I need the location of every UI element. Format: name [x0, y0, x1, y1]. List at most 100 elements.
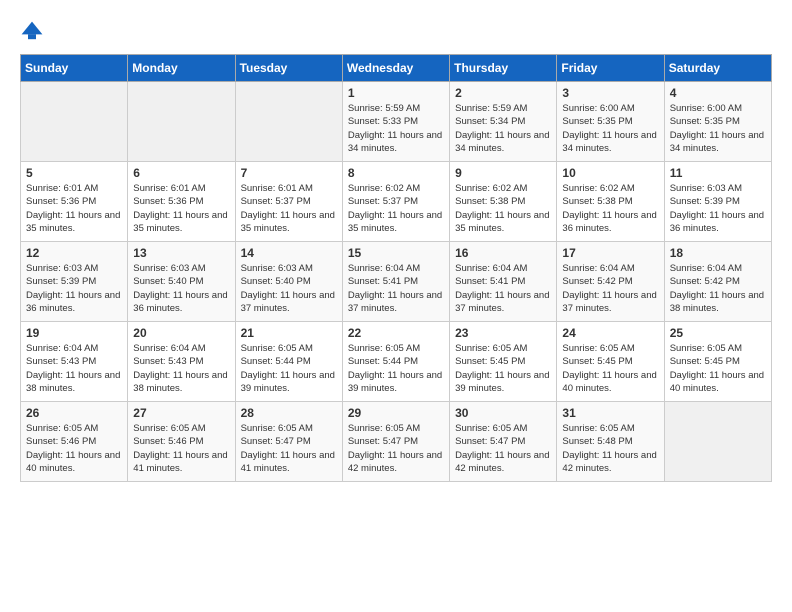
- day-info: Sunrise: 6:05 AMSunset: 5:46 PMDaylight:…: [26, 422, 122, 475]
- calendar-cell: 16 Sunrise: 6:04 AMSunset: 5:41 PMDayligh…: [450, 242, 557, 322]
- day-info: Sunrise: 6:03 AMSunset: 5:40 PMDaylight:…: [133, 262, 229, 315]
- calendar-cell: 28 Sunrise: 6:05 AMSunset: 5:47 PMDayligh…: [235, 402, 342, 482]
- day-info: Sunrise: 6:02 AMSunset: 5:37 PMDaylight:…: [348, 182, 444, 235]
- day-number: 13: [133, 246, 229, 260]
- weekday-header: Friday: [557, 55, 664, 82]
- logo: [20, 20, 48, 44]
- day-number: 3: [562, 86, 658, 100]
- calendar-cell: 15 Sunrise: 6:04 AMSunset: 5:41 PMDayligh…: [342, 242, 449, 322]
- day-number: 7: [241, 166, 337, 180]
- calendar-week-row: 5 Sunrise: 6:01 AMSunset: 5:36 PMDaylight…: [21, 162, 772, 242]
- day-number: 15: [348, 246, 444, 260]
- day-info: Sunrise: 6:04 AMSunset: 5:43 PMDaylight:…: [133, 342, 229, 395]
- calendar-cell: 17 Sunrise: 6:04 AMSunset: 5:42 PMDayligh…: [557, 242, 664, 322]
- calendar-cell: 2 Sunrise: 5:59 AMSunset: 5:34 PMDaylight…: [450, 82, 557, 162]
- calendar-cell: 29 Sunrise: 6:05 AMSunset: 5:47 PMDayligh…: [342, 402, 449, 482]
- calendar-cell: 6 Sunrise: 6:01 AMSunset: 5:36 PMDaylight…: [128, 162, 235, 242]
- day-info: Sunrise: 6:01 AMSunset: 5:36 PMDaylight:…: [26, 182, 122, 235]
- day-number: 10: [562, 166, 658, 180]
- calendar-cell: [235, 82, 342, 162]
- day-number: 19: [26, 326, 122, 340]
- day-number: 22: [348, 326, 444, 340]
- calendar-cell: 24Sunrise: 6:05 AMSunset: 5:45 PMDayligh…: [557, 322, 664, 402]
- weekday-header: Saturday: [664, 55, 771, 82]
- calendar-cell: 1Sunrise: 5:59 AMSunset: 5:33 PMDaylight…: [342, 82, 449, 162]
- day-info: Sunrise: 6:00 AMSunset: 5:35 PMDaylight:…: [562, 102, 658, 155]
- weekday-header: Thursday: [450, 55, 557, 82]
- calendar-cell: 10 Sunrise: 6:02 AMSunset: 5:38 PMDayligh…: [557, 162, 664, 242]
- day-number: 30: [455, 406, 551, 420]
- calendar-cell: 13 Sunrise: 6:03 AMSunset: 5:40 PMDayligh…: [128, 242, 235, 322]
- day-info: Sunrise: 6:05 AMSunset: 5:45 PMDaylight:…: [670, 342, 766, 395]
- day-info: Sunrise: 6:03 AMSunset: 5:39 PMDaylight:…: [670, 182, 766, 235]
- calendar-cell: 12Sunrise: 6:03 AMSunset: 5:39 PMDayligh…: [21, 242, 128, 322]
- weekday-header: Tuesday: [235, 55, 342, 82]
- calendar-cell: 11 Sunrise: 6:03 AMSunset: 5:39 PMDayligh…: [664, 162, 771, 242]
- calendar-week-row: 26 Sunrise: 6:05 AMSunset: 5:46 PMDayligh…: [21, 402, 772, 482]
- day-info: Sunrise: 6:04 AMSunset: 5:42 PMDaylight:…: [670, 262, 766, 315]
- day-number: 16: [455, 246, 551, 260]
- calendar-cell: 21 Sunrise: 6:05 AMSunset: 5:44 PMDayligh…: [235, 322, 342, 402]
- day-info: Sunrise: 6:00 AMSunset: 5:35 PMDaylight:…: [670, 102, 766, 155]
- day-info: Sunrise: 6:04 AMSunset: 5:43 PMDaylight:…: [26, 342, 122, 395]
- day-number: 29: [348, 406, 444, 420]
- calendar-cell: 26 Sunrise: 6:05 AMSunset: 5:46 PMDayligh…: [21, 402, 128, 482]
- calendar-week-row: 19 Sunrise: 6:04 AMSunset: 5:43 PMDayligh…: [21, 322, 772, 402]
- day-number: 2: [455, 86, 551, 100]
- day-info: Sunrise: 6:02 AMSunset: 5:38 PMDaylight:…: [455, 182, 551, 235]
- day-info: Sunrise: 6:05 AMSunset: 5:44 PMDaylight:…: [241, 342, 337, 395]
- weekday-header: Wednesday: [342, 55, 449, 82]
- day-info: Sunrise: 6:05 AMSunset: 5:45 PMDaylight:…: [455, 342, 551, 395]
- calendar-cell: 19 Sunrise: 6:04 AMSunset: 5:43 PMDayligh…: [21, 322, 128, 402]
- day-info: Sunrise: 5:59 AMSunset: 5:33 PMDaylight:…: [348, 102, 444, 155]
- calendar-week-row: 12Sunrise: 6:03 AMSunset: 5:39 PMDayligh…: [21, 242, 772, 322]
- calendar-cell: 25 Sunrise: 6:05 AMSunset: 5:45 PMDayligh…: [664, 322, 771, 402]
- day-number: 17: [562, 246, 658, 260]
- day-number: 4: [670, 86, 766, 100]
- day-number: 11: [670, 166, 766, 180]
- day-info: Sunrise: 5:59 AMSunset: 5:34 PMDaylight:…: [455, 102, 551, 155]
- day-info: Sunrise: 6:05 AMSunset: 5:47 PMDaylight:…: [455, 422, 551, 475]
- calendar-header-row: SundayMondayTuesdayWednesdayThursdayFrid…: [21, 55, 772, 82]
- calendar-table: SundayMondayTuesdayWednesdayThursdayFrid…: [20, 54, 772, 482]
- day-number: 20: [133, 326, 229, 340]
- day-number: 25: [670, 326, 766, 340]
- day-number: 18: [670, 246, 766, 260]
- day-number: 23: [455, 326, 551, 340]
- day-number: 8: [348, 166, 444, 180]
- day-info: Sunrise: 6:02 AMSunset: 5:38 PMDaylight:…: [562, 182, 658, 235]
- day-number: 26: [26, 406, 122, 420]
- calendar-week-row: 1Sunrise: 5:59 AMSunset: 5:33 PMDaylight…: [21, 82, 772, 162]
- calendar-cell: 18 Sunrise: 6:04 AMSunset: 5:42 PMDayligh…: [664, 242, 771, 322]
- calendar-cell: [128, 82, 235, 162]
- calendar-cell: [21, 82, 128, 162]
- day-info: Sunrise: 6:03 AMSunset: 5:39 PMDaylight:…: [26, 262, 122, 315]
- day-number: 21: [241, 326, 337, 340]
- day-info: Sunrise: 6:01 AMSunset: 5:37 PMDaylight:…: [241, 182, 337, 235]
- calendar-cell: 8 Sunrise: 6:02 AMSunset: 5:37 PMDaylight…: [342, 162, 449, 242]
- day-info: Sunrise: 6:04 AMSunset: 5:41 PMDaylight:…: [348, 262, 444, 315]
- calendar-cell: [664, 402, 771, 482]
- calendar-cell: 4 Sunrise: 6:00 AMSunset: 5:35 PMDaylight…: [664, 82, 771, 162]
- day-number: 5: [26, 166, 122, 180]
- day-info: Sunrise: 6:01 AMSunset: 5:36 PMDaylight:…: [133, 182, 229, 235]
- day-number: 28: [241, 406, 337, 420]
- calendar-cell: 7 Sunrise: 6:01 AMSunset: 5:37 PMDaylight…: [235, 162, 342, 242]
- day-info: Sunrise: 6:05 AMSunset: 5:45 PMDaylight:…: [562, 342, 658, 395]
- calendar-cell: 30 Sunrise: 6:05 AMSunset: 5:47 PMDayligh…: [450, 402, 557, 482]
- day-info: Sunrise: 6:05 AMSunset: 5:46 PMDaylight:…: [133, 422, 229, 475]
- day-info: Sunrise: 6:04 AMSunset: 5:41 PMDaylight:…: [455, 262, 551, 315]
- day-info: Sunrise: 6:03 AMSunset: 5:40 PMDaylight:…: [241, 262, 337, 315]
- day-number: 31: [562, 406, 658, 420]
- weekday-header: Monday: [128, 55, 235, 82]
- calendar-cell: 3 Sunrise: 6:00 AMSunset: 5:35 PMDaylight…: [557, 82, 664, 162]
- day-info: Sunrise: 6:04 AMSunset: 5:42 PMDaylight:…: [562, 262, 658, 315]
- day-number: 6: [133, 166, 229, 180]
- calendar-cell: 9Sunrise: 6:02 AMSunset: 5:38 PMDaylight…: [450, 162, 557, 242]
- calendar-cell: 31Sunrise: 6:05 AMSunset: 5:48 PMDayligh…: [557, 402, 664, 482]
- day-number: 14: [241, 246, 337, 260]
- day-info: Sunrise: 6:05 AMSunset: 5:47 PMDaylight:…: [241, 422, 337, 475]
- calendar-cell: 14 Sunrise: 6:03 AMSunset: 5:40 PMDayligh…: [235, 242, 342, 322]
- day-info: Sunrise: 6:05 AMSunset: 5:47 PMDaylight:…: [348, 422, 444, 475]
- weekday-header: Sunday: [21, 55, 128, 82]
